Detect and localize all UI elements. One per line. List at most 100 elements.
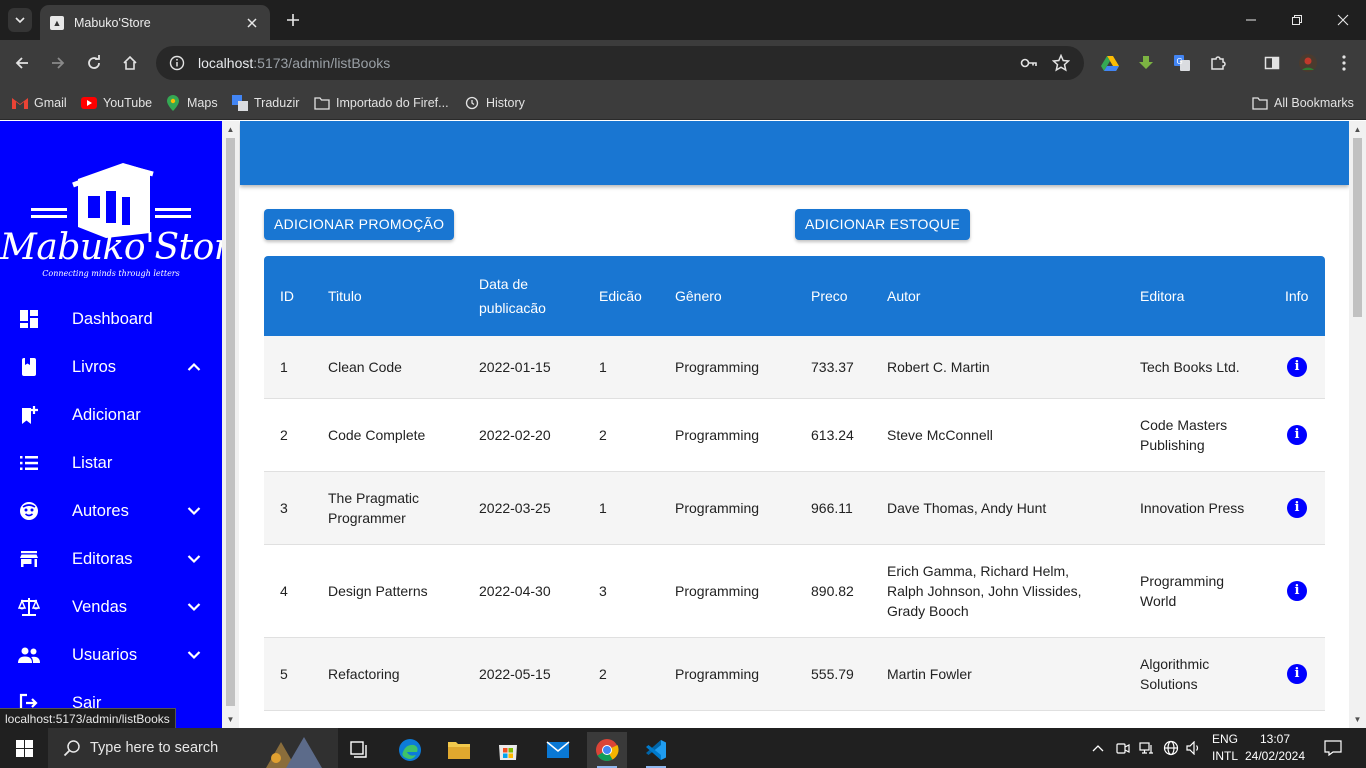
table-row[interactable]: 4 Design Patterns 2022-04-30 3 Programmi… <box>264 545 1325 638</box>
chevron-up-icon[interactable] <box>182 355 206 379</box>
table-row[interactable]: 5 Refactoring 2022-05-15 2 Programming 5… <box>264 638 1325 711</box>
info-icon[interactable]: i <box>1287 498 1307 518</box>
back-button[interactable] <box>10 51 34 75</box>
chevron-down-icon[interactable] <box>182 595 206 619</box>
home-button[interactable] <box>118 51 142 75</box>
scrollbar-thumb[interactable] <box>226 138 235 706</box>
sidebar-item-label: Dashboard <box>72 310 153 328</box>
mail-icon[interactable] <box>538 732 578 768</box>
restore-button[interactable] <box>1285 8 1309 32</box>
password-key-icon[interactable] <box>1018 52 1040 74</box>
forward-button[interactable] <box>46 51 70 75</box>
sidebar-item-dashboard[interactable]: Dashboard <box>0 295 222 343</box>
table-row[interactable]: 2 Code Complete 2022-02-20 2 Programming… <box>264 399 1325 472</box>
bookmark-history[interactable]: History <box>464 93 525 113</box>
edge-browser-icon[interactable] <box>390 732 430 768</box>
sidebar-item-vendas[interactable]: Vendas <box>0 583 222 631</box>
taskbar-search-box[interactable]: Type here to search <box>48 728 338 768</box>
info-icon[interactable]: i <box>1287 425 1307 445</box>
add-promotion-button[interactable]: ADICIONAR PROMOÇÃO <box>264 209 455 240</box>
sidebar-item-livros[interactable]: Livros <box>0 343 222 391</box>
tab-search-button[interactable] <box>8 8 32 32</box>
sidebar-item-adicionar[interactable]: Adicionar <box>0 391 222 439</box>
arrow-right-icon <box>52 57 65 69</box>
kebab-menu-icon[interactable] <box>1332 51 1356 75</box>
scroll-down-arrow-icon[interactable]: ▼ <box>1349 711 1366 728</box>
sidebar-scrollbar[interactable]: ▲ ▼ <box>222 121 239 728</box>
volume-icon[interactable] <box>1183 728 1205 768</box>
network-icon[interactable] <box>1136 728 1158 768</box>
side-panel-icon[interactable] <box>1260 51 1284 75</box>
close-window-button[interactable] <box>1331 8 1355 32</box>
tab-close-icon[interactable] <box>244 15 260 31</box>
sidebar-item-editoras[interactable]: Editoras <box>0 535 222 583</box>
scroll-down-arrow-icon[interactable]: ▼ <box>222 711 239 728</box>
input-language-indicator[interactable]: ENG INTL <box>1205 731 1245 765</box>
cell-edition: 1 <box>599 500 607 516</box>
meet-now-icon[interactable] <box>1112 728 1134 768</box>
cell-edition: 2 <box>599 427 607 443</box>
scroll-up-arrow-icon[interactable]: ▲ <box>222 121 239 138</box>
bookmark-label: Maps <box>187 96 218 110</box>
download-extension-icon[interactable] <box>1134 51 1158 75</box>
info-icon[interactable]: i <box>1287 581 1307 601</box>
browser-tab-strip: ▲ Mabuko'Store <box>0 0 1366 40</box>
bookmark-maps[interactable]: Maps <box>165 93 218 113</box>
scroll-up-arrow-icon[interactable]: ▲ <box>1349 121 1366 138</box>
bookmark-folder-imported[interactable]: Importado do Firef... <box>314 93 449 113</box>
scrollbar-thumb[interactable] <box>1353 138 1362 317</box>
chevron-down-icon[interactable] <box>182 499 206 523</box>
microsoft-store-icon[interactable] <box>488 732 528 768</box>
sidebar-item-listar[interactable]: Listar <box>0 439 222 487</box>
history-icon <box>464 95 480 111</box>
info-icon[interactable]: i <box>1287 357 1307 377</box>
info-icon[interactable]: i <box>1287 664 1307 684</box>
start-button[interactable] <box>0 728 48 768</box>
file-explorer-icon[interactable] <box>439 732 479 768</box>
add-stock-button[interactable]: ADICIONAR ESTOQUE <box>795 209 970 240</box>
chevron-down-icon[interactable] <box>182 547 206 571</box>
all-bookmarks-button[interactable]: All Bookmarks <box>1252 93 1354 113</box>
sidebar-item-autores[interactable]: Autores <box>0 487 222 535</box>
table-row[interactable]: 3 The Pragmatic Programmer 2022-03-25 1 … <box>264 472 1325 545</box>
column-header-date: Data de publicacão <box>479 256 546 336</box>
table-row[interactable]: 1 Clean Code 2022-01-15 1 Programming 73… <box>264 336 1325 399</box>
globe-language-icon[interactable] <box>1160 728 1182 768</box>
bookmark-gmail[interactable]: Gmail <box>12 93 67 113</box>
chrome-icon[interactable] <box>587 732 627 768</box>
bookmark-youtube[interactable]: YouTube <box>81 93 152 113</box>
new-tab-button[interactable] <box>282 9 304 31</box>
sidebar-item-label: Livros <box>72 358 117 376</box>
table-row[interactable] <box>264 711 1325 728</box>
extensions-puzzle-icon[interactable] <box>1206 51 1230 75</box>
task-view-icon[interactable] <box>340 732 380 768</box>
vscode-icon[interactable] <box>636 732 676 768</box>
cell-info: i <box>1287 399 1307 471</box>
main-scrollbar[interactable]: ▲ ▼ <box>1349 121 1366 728</box>
cell-id: 3 <box>280 500 288 516</box>
chevron-down-icon[interactable] <box>182 643 206 667</box>
browser-tab-active[interactable]: ▲ Mabuko'Store <box>40 5 270 40</box>
profile-avatar-icon[interactable] <box>1296 51 1320 75</box>
system-clock[interactable]: 13:07 24/02/2024 <box>1240 731 1310 765</box>
google-translate-icon[interactable]: G <box>1170 51 1194 75</box>
reload-button[interactable] <box>82 51 106 75</box>
browser-toolbar: localhost:5173/admin/listBooks G <box>0 40 1366 86</box>
url-text[interactable]: localhost:5173/admin/listBooks <box>198 55 1008 71</box>
sidebar-item-label: Editoras <box>72 550 133 568</box>
books-table: ID Titulo Data de publicacão Edicão Gêne… <box>264 256 1325 728</box>
sidebar-item-usuarios[interactable]: Usuarios <box>0 631 222 679</box>
arrow-left-icon <box>15 57 28 69</box>
cell-info: i <box>1287 472 1307 544</box>
site-info-icon[interactable] <box>168 54 186 72</box>
bookmark-translate[interactable]: Traduzir <box>232 93 299 113</box>
cell-date: 2022-03-25 <box>479 500 551 516</box>
minimize-button[interactable] <box>1239 8 1263 32</box>
show-hidden-icons-chevron-icon[interactable] <box>1088 728 1108 768</box>
google-drive-icon[interactable] <box>1098 51 1122 75</box>
notifications-icon[interactable] <box>1320 728 1346 768</box>
cell-date: 2022-04-30 <box>479 583 551 599</box>
bookmark-star-icon[interactable] <box>1050 52 1072 74</box>
address-bar[interactable]: localhost:5173/admin/listBooks <box>156 46 1084 80</box>
chevron-down-icon <box>15 17 25 24</box>
